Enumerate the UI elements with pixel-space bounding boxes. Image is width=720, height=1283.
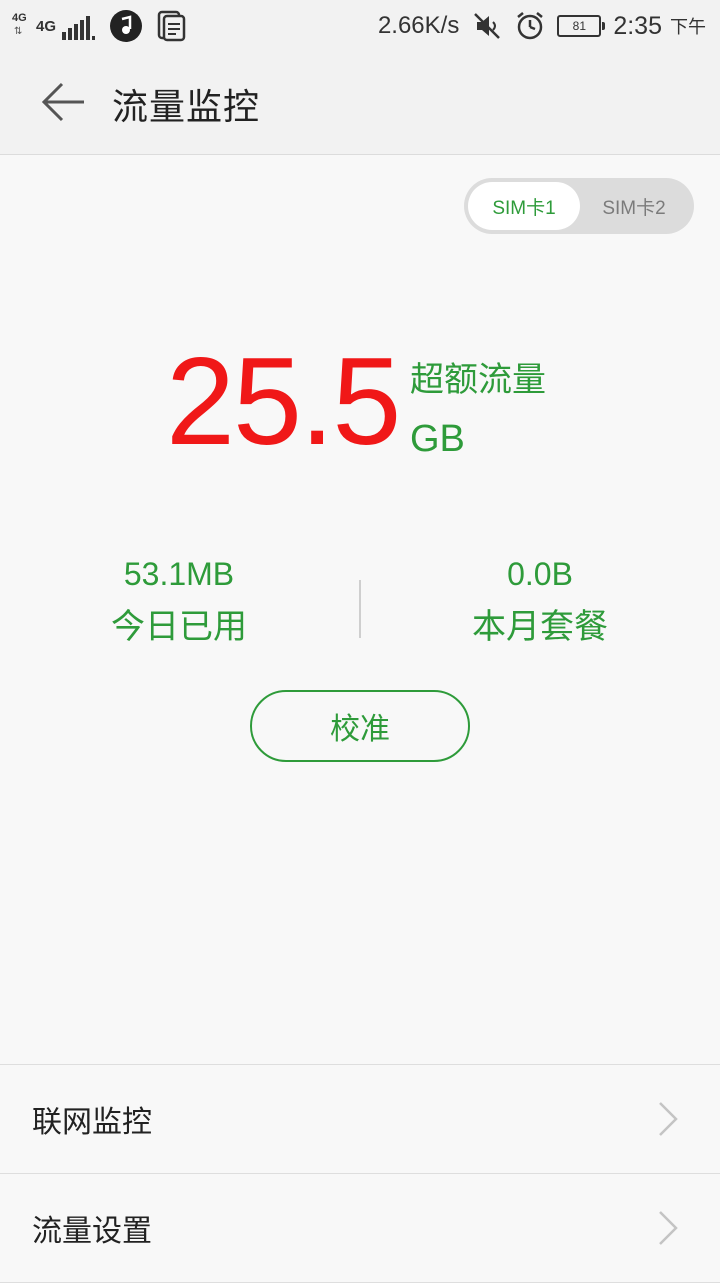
usage-unit: GB xyxy=(410,418,465,460)
data-settings-item[interactable]: 流量设置 xyxy=(0,1173,720,1283)
calibrate-button[interactable]: 校准 xyxy=(250,690,470,762)
network-type-small: 4G xyxy=(12,12,27,24)
today-usage: 53.1MB 今日已用 xyxy=(59,556,299,648)
alarm-icon xyxy=(517,12,544,40)
data-settings-label: 流量设置 xyxy=(32,1214,152,1249)
today-usage-value: 53.1MB xyxy=(123,556,235,592)
network-monitor-label: 联网监控 xyxy=(32,1105,152,1140)
monthly-plan-label: 本月套餐 xyxy=(472,607,608,647)
monthly-plan-value: 0.0B xyxy=(507,556,573,592)
status-left: 4G ⇅ 4G xyxy=(10,8,186,44)
music-app-icon xyxy=(110,10,142,42)
network-type: 4G xyxy=(36,18,57,35)
clock-time: 2:35 xyxy=(613,11,662,40)
net-speed: 2.66K/s xyxy=(377,12,460,39)
document-icon xyxy=(157,10,186,42)
clock-ampm: 下午 xyxy=(670,17,706,37)
sim2-tab[interactable]: SIM卡2 xyxy=(578,182,690,230)
status-right: 2.66K/s 81 2:35 下午 xyxy=(378,8,706,44)
back-arrow-icon xyxy=(41,82,84,122)
usage-amount: 25.5 xyxy=(166,333,401,471)
back-button[interactable] xyxy=(36,78,92,126)
today-usage-label: 今日已用 xyxy=(111,607,247,647)
data-arrows-icon: ⇅ xyxy=(14,26,23,37)
network-monitor-item[interactable]: 联网监控 xyxy=(0,1064,720,1173)
app-header: 流量监控 xyxy=(0,50,720,155)
monthly-plan: 0.0B 本月套餐 xyxy=(420,556,660,648)
usage-status: 超额流量 xyxy=(410,360,546,400)
sim-toggle: SIM卡1 SIM卡2 xyxy=(464,178,694,234)
battery-icon: 81 xyxy=(557,15,606,37)
chevron-right-icon xyxy=(659,1102,678,1136)
settings-list: 联网监控 流量设置 xyxy=(0,1064,720,1283)
stats-divider xyxy=(359,580,361,638)
mute-icon xyxy=(474,13,501,39)
signal-icon: 4G ⇅ 4G xyxy=(10,10,96,42)
signal-bars-icon xyxy=(62,16,95,40)
status-bar: 4G ⇅ 4G 2.66K/s 81 2:35 下午 xyxy=(0,0,720,50)
battery-level: 81 xyxy=(572,19,586,33)
sim1-tab[interactable]: SIM卡1 xyxy=(468,182,580,230)
chevron-right-icon xyxy=(659,1211,678,1245)
page-title: 流量监控 xyxy=(112,87,261,128)
